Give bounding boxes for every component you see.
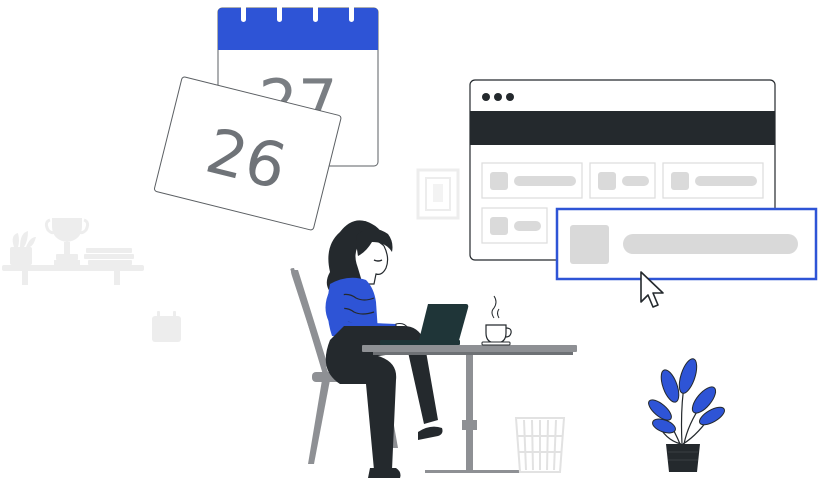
plant-pot	[666, 444, 700, 472]
content-tile[interactable]	[481, 207, 548, 244]
potted-plant	[648, 358, 725, 472]
illustration-scene: 27 26	[2, 0, 818, 478]
trophy-icon	[44, 218, 90, 265]
content-tile[interactable]	[589, 162, 656, 199]
coffee-cup-icon	[481, 295, 512, 346]
content-tile[interactable]	[481, 162, 583, 199]
faint-calendar-icon	[152, 311, 181, 342]
selected-tile[interactable]	[555, 207, 818, 281]
browser-header-bar	[470, 111, 775, 145]
window-controls-icon	[482, 93, 514, 101]
background-shelf	[2, 218, 144, 285]
trash-bin-icon	[514, 417, 566, 473]
content-tile[interactable]	[662, 162, 764, 199]
wall-frame	[416, 168, 460, 220]
